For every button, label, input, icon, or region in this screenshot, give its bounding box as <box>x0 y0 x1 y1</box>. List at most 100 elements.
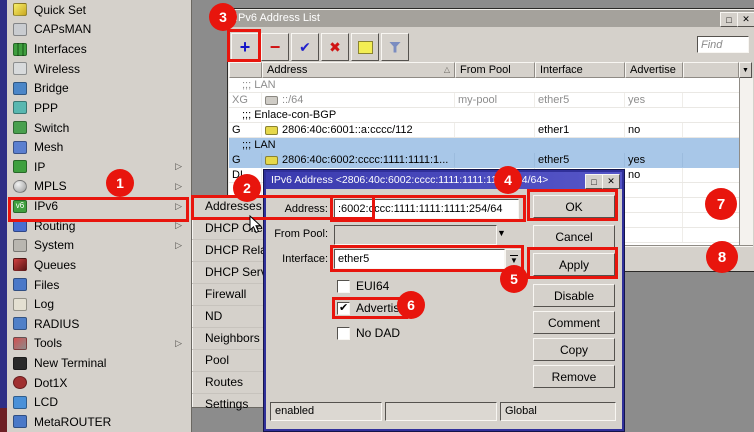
cancel-button[interactable]: Cancel <box>533 225 615 248</box>
sidebar-item-lcd[interactable]: LCD <box>7 393 191 413</box>
log-icon <box>13 298 27 311</box>
apply-button[interactable]: Apply <box>533 253 615 276</box>
find-input[interactable] <box>697 36 749 53</box>
from-pool-dropdown[interactable] <box>334 225 497 245</box>
table-row-selected[interactable]: G 2806:40c:6002:cccc:1111:1111:1... ethe… <box>229 153 739 168</box>
sidebar-item-radius[interactable]: RADIUS <box>7 314 191 334</box>
table-row-comment[interactable]: ;;; LAN <box>229 78 739 93</box>
sidebar-item-capsman[interactable]: CAPsMAN <box>7 20 191 40</box>
interface-combobox[interactable]: ether5 <box>334 249 505 269</box>
ipv6-icon <box>13 200 27 213</box>
eui64-checkbox[interactable] <box>337 280 350 293</box>
ok-button[interactable]: OK <box>533 195 615 218</box>
table-row[interactable]: G 2806:40c:6001::a:cccc/112 ether1 no <box>229 123 739 138</box>
add-icon: + <box>240 39 251 55</box>
column-header-flags[interactable] <box>229 62 262 78</box>
sidebar-item-label: PPP <box>34 101 58 115</box>
column-header-from-pool[interactable]: From Pool <box>455 62 535 78</box>
callout-6: 6 <box>397 291 425 319</box>
sidebar-item-files[interactable]: Files <box>7 275 191 295</box>
column-header-interface[interactable]: Interface <box>535 62 625 78</box>
sidebar-item-metarouter[interactable]: MetaROUTER <box>7 412 191 432</box>
mpls-icon <box>13 180 27 193</box>
add-button[interactable]: + <box>231 33 259 61</box>
column-header-advertise[interactable]: Advertise <box>625 62 683 78</box>
table-row-comment[interactable]: ;;; Enlace-con-BGP <box>229 108 739 123</box>
comment-button[interactable]: Comment <box>533 311 615 334</box>
sidebar-item-ipv6[interactable]: IPv6▷ <box>7 196 191 216</box>
sidebar-item-dot1x[interactable]: Dot1X <box>7 373 191 393</box>
quick-set-icon <box>13 3 27 16</box>
sidebar-item-ip[interactable]: IP▷ <box>7 157 191 177</box>
advertise-checkbox[interactable] <box>337 302 350 315</box>
address-input[interactable] <box>334 199 519 219</box>
ip-icon <box>13 160 27 173</box>
remove-icon: − <box>270 40 281 54</box>
table-row[interactable]: XG ::/64 my-pool ether5 yes <box>229 93 739 108</box>
callout-8: 8 <box>706 241 738 273</box>
sidebar-item-label: CAPsMAN <box>34 22 91 36</box>
callout-4: 4 <box>494 166 522 194</box>
callout-3: 3 <box>209 3 237 31</box>
sidebar-item-tools[interactable]: Tools▷ <box>7 334 191 354</box>
sidebar-item-mpls[interactable]: MPLS▷ <box>7 177 191 197</box>
address-label: Address: <box>266 203 328 216</box>
sidebar-item-switch[interactable]: Switch <box>7 118 191 138</box>
from-pool-dropdown-arrow-icon[interactable]: ▼ <box>497 228 506 238</box>
callout-7: 7 <box>705 188 737 220</box>
filter-button[interactable] <box>381 33 409 61</box>
address-icon <box>265 156 278 165</box>
sidebar-item-label: Routing <box>34 219 75 233</box>
routing-icon <box>13 219 27 232</box>
left-maroon-strip <box>0 408 7 432</box>
left-navy-strip <box>0 0 7 432</box>
sidebar-item-label: IP <box>34 160 45 174</box>
sidebar-item-system[interactable]: System▷ <box>7 236 191 256</box>
sidebar-item-ppp[interactable]: PPP <box>7 98 191 118</box>
sidebar-item-bridge[interactable]: Bridge <box>7 79 191 99</box>
new-terminal-icon <box>13 357 27 370</box>
dialog-maximize-button[interactable]: □ <box>585 174 603 189</box>
disable-button[interactable]: Disable <box>533 284 615 307</box>
status-middle <box>385 402 497 421</box>
sidebar-item-log[interactable]: Log <box>7 294 191 314</box>
maximize-button[interactable]: □ <box>720 12 738 27</box>
sidebar-item-label: Interfaces <box>34 42 87 56</box>
sidebar-item-new-terminal[interactable]: New Terminal <box>7 353 191 373</box>
remove-button[interactable]: Remove <box>533 365 615 388</box>
sidebar-item-label: Quick Set <box>34 3 86 17</box>
sidebar-item-label: Files <box>34 278 59 292</box>
column-header-address[interactable]: Address△ <box>262 62 455 78</box>
sidebar-item-routing[interactable]: Routing▷ <box>7 216 191 236</box>
copy-button[interactable]: Copy <box>533 338 615 361</box>
enable-check-icon: ✔ <box>299 39 311 56</box>
comment-button[interactable] <box>351 33 379 61</box>
sidebar-item-wireless[interactable]: Wireless <box>7 59 191 79</box>
tools-icon <box>13 337 27 350</box>
no-dad-checkbox[interactable] <box>337 327 350 340</box>
remove-button[interactable]: − <box>261 33 289 61</box>
vertical-scrollbar[interactable] <box>739 78 753 245</box>
disable-button[interactable]: ✖ <box>321 33 349 61</box>
ipv6-address-dialog: IPv6 Address <2806:40c:6002:cccc:1111:11… <box>264 170 624 431</box>
dialog-titlebar[interactable]: IPv6 Address <2806:40c:6002:cccc:1111:11… <box>266 172 622 189</box>
column-header-extra[interactable] <box>683 62 739 78</box>
dialog-close-button[interactable]: ✕ <box>602 174 620 189</box>
sidebar-item-queues[interactable]: Queues <box>7 255 191 275</box>
column-select-button[interactable]: ▼ <box>739 62 752 78</box>
system-icon <box>13 239 27 252</box>
sidebar-item-interfaces[interactable]: Interfaces <box>7 39 191 59</box>
sidebar-item-label: New Terminal <box>34 356 106 370</box>
mouse-cursor <box>249 215 262 234</box>
sidebar-item-label: Dot1X <box>34 376 67 390</box>
disable-x-icon: ✖ <box>329 39 341 56</box>
window-titlebar[interactable]: IPv6 Address List <box>229 10 754 27</box>
enable-button[interactable]: ✔ <box>291 33 319 61</box>
table-row-comment-selected[interactable]: ;;; LAN <box>229 138 739 153</box>
close-button[interactable]: ✕ <box>737 12 754 27</box>
sidebar-item-mesh[interactable]: Mesh <box>7 137 191 157</box>
from-pool-label: From Pool: <box>266 228 328 241</box>
submenu-arrow-icon: ▷ <box>175 338 182 349</box>
sidebar-item-quick-set[interactable]: Quick Set <box>7 0 191 20</box>
window-title: IPv6 Address List <box>235 12 320 24</box>
